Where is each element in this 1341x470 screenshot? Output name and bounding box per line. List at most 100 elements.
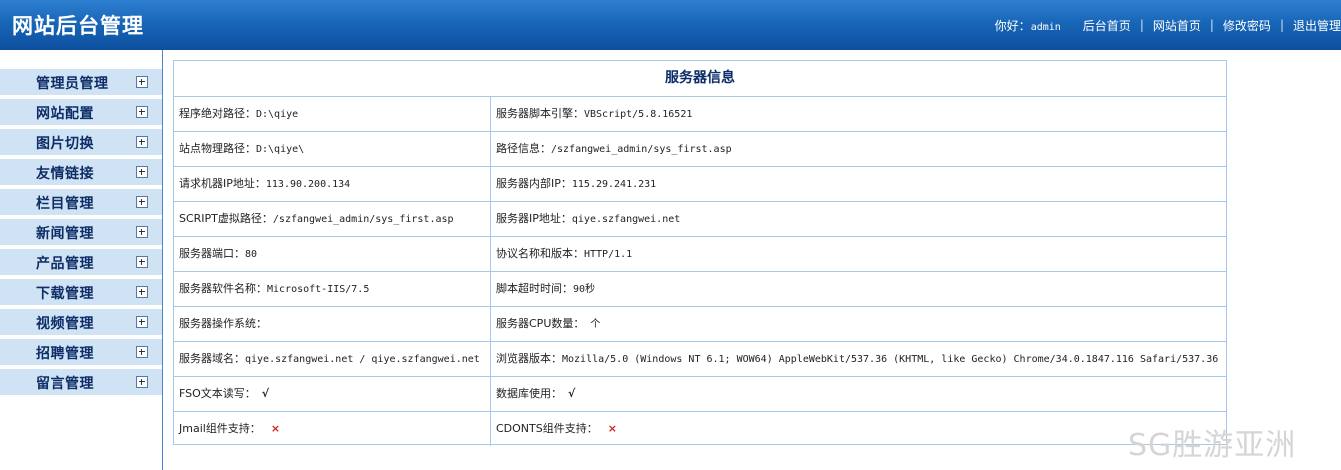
expand-plus-icon[interactable] <box>136 286 148 298</box>
cell-value: 80 <box>245 249 258 260</box>
cell-value: D:\qiye\ <box>256 144 305 155</box>
expand-plus-icon[interactable] <box>136 346 148 358</box>
cell-value: /szfangwei_admin/sys_first.asp <box>272 214 454 225</box>
sidebar-item-label: 网站配置 <box>36 106 94 122</box>
cross-icon: × <box>270 422 281 435</box>
table-cell: 数据库使用： √ <box>491 377 1226 411</box>
username: admin <box>1030 21 1061 33</box>
sidebar-item-label: 友情链接 <box>36 166 94 182</box>
sidebar-item[interactable]: 网站配置 <box>0 99 162 125</box>
cell-label: 服务器端口： <box>179 247 245 260</box>
table-cell: CDONTS组件支持： × <box>491 412 1226 446</box>
table-row: 站点物理路径：D:\qiye\ 路径信息：/szfangwei_admin/sys… <box>174 132 1226 167</box>
table-cell: 协议名称和版本：HTTP/1.1 <box>491 237 1226 271</box>
sidebar-item[interactable]: 图片切换 <box>0 129 162 155</box>
table-cell: 请求机器IP地址：113.90.200.134 <box>174 167 491 201</box>
cell-label: SCRIPT虚拟路径： <box>179 212 273 225</box>
cell-label: 路径信息： <box>496 142 551 155</box>
table-cell: FSO文本读写： √ <box>174 377 491 411</box>
expand-plus-icon[interactable] <box>136 166 148 178</box>
expand-plus-icon[interactable] <box>136 106 148 118</box>
table-cell: 路径信息：/szfangwei_admin/sys_first.asp <box>491 132 1226 166</box>
server-info-table: 服务器信息 程序绝对路径：D:\qiye 服务器脚本引擎：VBScript/5.8… <box>173 60 1227 446</box>
nav-change-password-link[interactable]: 修改密码 <box>1223 17 1271 34</box>
table-cell: Jmail组件支持： × <box>174 412 491 446</box>
expand-plus-icon[interactable] <box>136 256 148 268</box>
sidebar-item[interactable]: 友情链接 <box>0 159 162 185</box>
table-row: SCRIPT虚拟路径：/szfangwei_admin/sys_first.as… <box>174 202 1226 237</box>
expand-plus-icon[interactable] <box>136 196 148 208</box>
expand-plus-icon[interactable] <box>136 226 148 238</box>
table-title: 服务器信息 <box>174 61 1226 97</box>
nav-site-home-link[interactable]: 网站首页 <box>1153 17 1201 34</box>
cell-label: 浏览器版本： <box>496 352 562 365</box>
sidebar-item-label: 下载管理 <box>36 286 94 302</box>
sidebar-item[interactable]: 栏目管理 <box>0 189 162 215</box>
nav-separator: | <box>1139 18 1144 32</box>
table-row: 服务器操作系统： 服务器CPU数量： 个 <box>174 307 1226 342</box>
expand-plus-icon[interactable] <box>136 376 148 388</box>
table-cell: 服务器CPU数量： 个 <box>491 307 1226 341</box>
check-icon: √ <box>568 387 576 400</box>
table-row: Jmail组件支持： × CDONTS组件支持： × <box>174 412 1226 446</box>
sidebar-item[interactable]: 下载管理 <box>0 279 162 305</box>
expand-plus-icon[interactable] <box>136 136 148 148</box>
cell-label: 服务器CPU数量： <box>496 317 585 330</box>
watermark: SG胜游亚洲 <box>1128 428 1297 463</box>
cell-label: 服务器脚本引擎： <box>496 107 584 120</box>
top-header: 网站后台管理 你好：admin 后台首页 | 网站首页 | 修改密码 | 退出管… <box>0 0 1341 50</box>
table-row: 请求机器IP地址：113.90.200.134 服务器内部IP：115.29.24… <box>174 167 1226 202</box>
table-cell: 服务器IP地址：qiye.szfangwei.net <box>491 202 1226 236</box>
sidebar-item[interactable]: 招聘管理 <box>0 339 162 365</box>
sidebar-item[interactable]: 视频管理 <box>0 309 162 335</box>
sidebar-item[interactable]: 产品管理 <box>0 249 162 275</box>
sidebar-item-label: 招聘管理 <box>36 346 94 362</box>
sidebar-item-label: 管理员管理 <box>36 76 109 92</box>
top-nav: 你好：admin 后台首页 | 网站首页 | 修改密码 | 退出管理 <box>995 16 1341 34</box>
table-cell: 服务器软件名称：Microsoft-IIS/7.5 <box>174 272 491 306</box>
cell-label: 服务器域名： <box>179 352 245 365</box>
nav-admin-home-link[interactable]: 后台首页 <box>1083 17 1131 34</box>
cell-value: Microsoft-IIS/7.5 <box>267 284 370 295</box>
table-row: 服务器软件名称：Microsoft-IIS/7.5 脚本超时时间：90秒 <box>174 272 1226 307</box>
table-cell: 脚本超时时间：90秒 <box>491 272 1226 306</box>
cell-value: 90秒 <box>573 284 596 295</box>
table-cell: 服务器操作系统： <box>174 307 491 341</box>
cell-value: 个 <box>584 319 601 330</box>
cell-value: qiye.szfangwei.net <box>571 214 681 225</box>
cell-value: /szfangwei_admin/sys_first.asp <box>551 144 732 155</box>
cell-value: qiye.szfangwei.net / qiye.szfangwei.net <box>245 354 480 365</box>
cell-label: 协议名称和版本： <box>496 247 584 260</box>
table-cell: 服务器内部IP：115.29.241.231 <box>491 167 1226 201</box>
sidebar-item[interactable]: 新闻管理 <box>0 219 162 245</box>
table-cell: SCRIPT虚拟路径：/szfangwei_admin/sys_first.as… <box>174 202 491 236</box>
sidebar-item-label: 视频管理 <box>36 316 94 332</box>
expand-plus-icon[interactable] <box>136 316 148 328</box>
cell-label: 请求机器IP地址： <box>179 177 266 190</box>
expand-plus-icon[interactable] <box>136 76 148 88</box>
cell-label: 服务器内部IP： <box>496 177 572 190</box>
greeting: 你好：admin <box>994 18 1061 33</box>
table-row: 程序绝对路径：D:\qiye 服务器脚本引擎：VBScript/5.8.16521 <box>174 97 1226 132</box>
cell-value: 115.29.241.231 <box>571 179 657 190</box>
nav-separator: | <box>1209 18 1214 32</box>
cell-value: HTTP/1.1 <box>584 249 633 260</box>
table-cell: 服务器端口：80 <box>174 237 491 271</box>
table-cell: 服务器域名：qiye.szfangwei.net / qiye.szfangwe… <box>174 342 491 376</box>
sidebar-item-label: 产品管理 <box>36 256 94 272</box>
cell-value: D:\qiye <box>256 109 299 120</box>
cell-label: CDONTS组件支持： <box>496 422 598 435</box>
table-body: 程序绝对路径：D:\qiye 服务器脚本引擎：VBScript/5.8.16521… <box>174 97 1226 446</box>
table-cell: 站点物理路径：D:\qiye\ <box>174 132 491 166</box>
cell-label: 服务器软件名称： <box>179 282 267 295</box>
sidebar-item[interactable]: 留言管理 <box>0 369 162 395</box>
cell-label: 脚本超时时间： <box>496 282 573 295</box>
sidebar-item-label: 留言管理 <box>36 376 94 392</box>
sidebar-menu: 管理员管理网站配置图片切换友情链接栏目管理新闻管理产品管理下载管理视频管理招聘管… <box>0 69 162 399</box>
cell-label: 站点物理路径： <box>179 142 256 155</box>
nav-logout-link[interactable]: 退出管理 <box>1293 17 1341 34</box>
sidebar-item-label: 栏目管理 <box>36 196 94 212</box>
sidebar-item[interactable]: 管理员管理 <box>0 69 162 95</box>
table-row: FSO文本读写： √ 数据库使用： √ <box>174 377 1226 412</box>
table-cell: 程序绝对路径：D:\qiye <box>174 97 491 131</box>
